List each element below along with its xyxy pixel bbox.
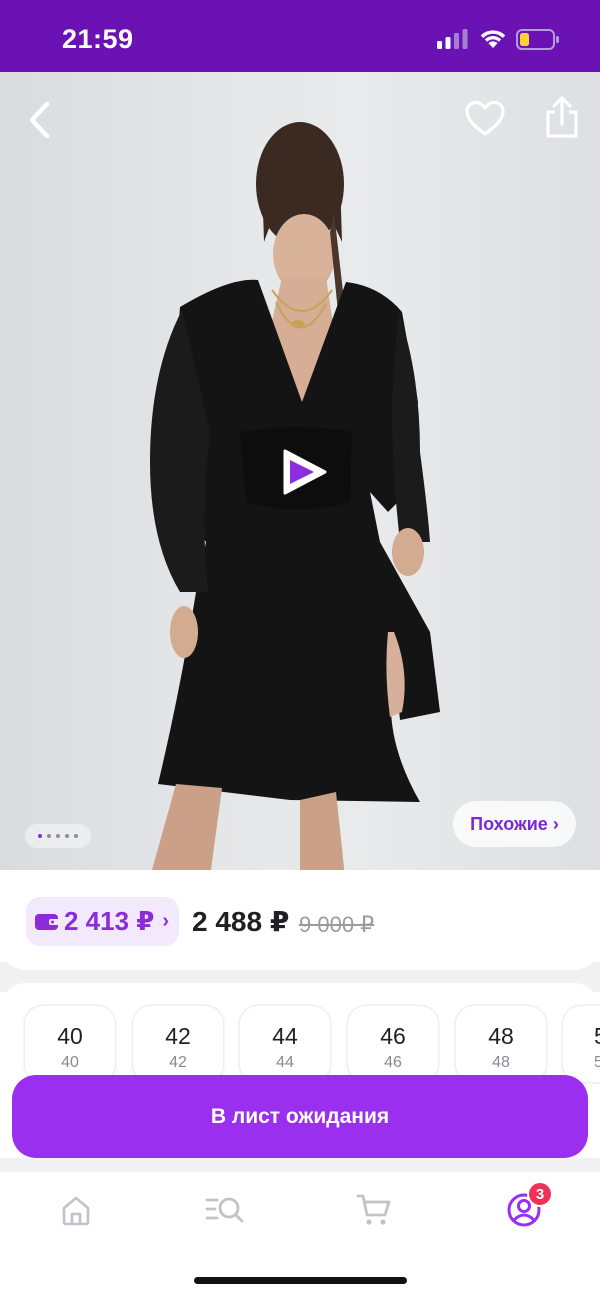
current-price: 2 488 ₽ — [192, 906, 290, 937]
wallet-icon — [35, 913, 59, 930]
waitlist-button[interactable]: В лист ожидания — [12, 1075, 588, 1158]
size-label: 48 — [488, 1023, 514, 1049]
status-bar: 21:59 — [0, 0, 600, 72]
size-option[interactable]: 48 48 — [456, 1006, 546, 1082]
pagination-dot — [65, 834, 69, 838]
cart-icon — [356, 1194, 391, 1225]
size-option[interactable]: 40 40 — [25, 1006, 115, 1082]
wallet-price: 2 413 ₽ — [64, 906, 155, 936]
old-price: 9 000 ₽ — [299, 912, 375, 937]
tab-home[interactable] — [46, 1188, 106, 1232]
status-time: 21:59 — [62, 24, 134, 54]
size-ru-label: 48 — [492, 1054, 510, 1071]
tab-cart[interactable] — [344, 1188, 404, 1232]
size-ru-label: 44 — [276, 1054, 294, 1071]
pagination-dot — [47, 834, 51, 838]
wifi-icon — [480, 30, 506, 48]
chevron-right-icon: › — [162, 910, 170, 932]
size-label: 5 — [594, 1023, 600, 1050]
size-ru-label: 5 — [594, 1054, 600, 1071]
pagination-dot — [56, 834, 60, 838]
size-ru-label: 40 — [61, 1054, 79, 1071]
product-photo[interactable]: Похожие › — [0, 72, 600, 877]
size-ru-label: 42 — [169, 1054, 187, 1071]
battery-icon — [516, 29, 559, 50]
catalog-search-icon — [205, 1197, 244, 1223]
size-label: 46 — [380, 1023, 406, 1049]
home-icon — [62, 1196, 90, 1226]
size-ru-label: 46 — [384, 1054, 402, 1071]
tab-catalog[interactable] — [195, 1188, 255, 1232]
share-icon[interactable] — [543, 96, 581, 140]
play-video-icon[interactable] — [277, 446, 331, 498]
signal-icon — [437, 29, 468, 49]
pagination-dot — [74, 834, 78, 838]
size-option[interactable]: 42 42 — [133, 1006, 223, 1082]
size-label: 40 — [57, 1023, 83, 1049]
size-option[interactable]: 46 46 — [348, 1006, 438, 1082]
size-option[interactable]: 5 5 — [563, 1006, 600, 1082]
home-indicator — [194, 1277, 407, 1284]
favorite-heart-icon[interactable] — [464, 99, 506, 139]
gallery-pagination[interactable] — [25, 824, 91, 848]
size-option[interactable]: 44 44 — [240, 1006, 330, 1082]
wallet-price-button[interactable]: 2 413 ₽ › — [26, 897, 179, 946]
profile-notification-badge: 3 — [527, 1181, 553, 1207]
similar-products-button[interactable]: Похожие › — [453, 801, 576, 847]
size-label: 44 — [272, 1023, 298, 1049]
pagination-dot — [38, 834, 42, 838]
size-label: 42 — [165, 1023, 191, 1049]
cta-background — [0, 1158, 600, 1172]
back-button[interactable] — [22, 98, 58, 142]
